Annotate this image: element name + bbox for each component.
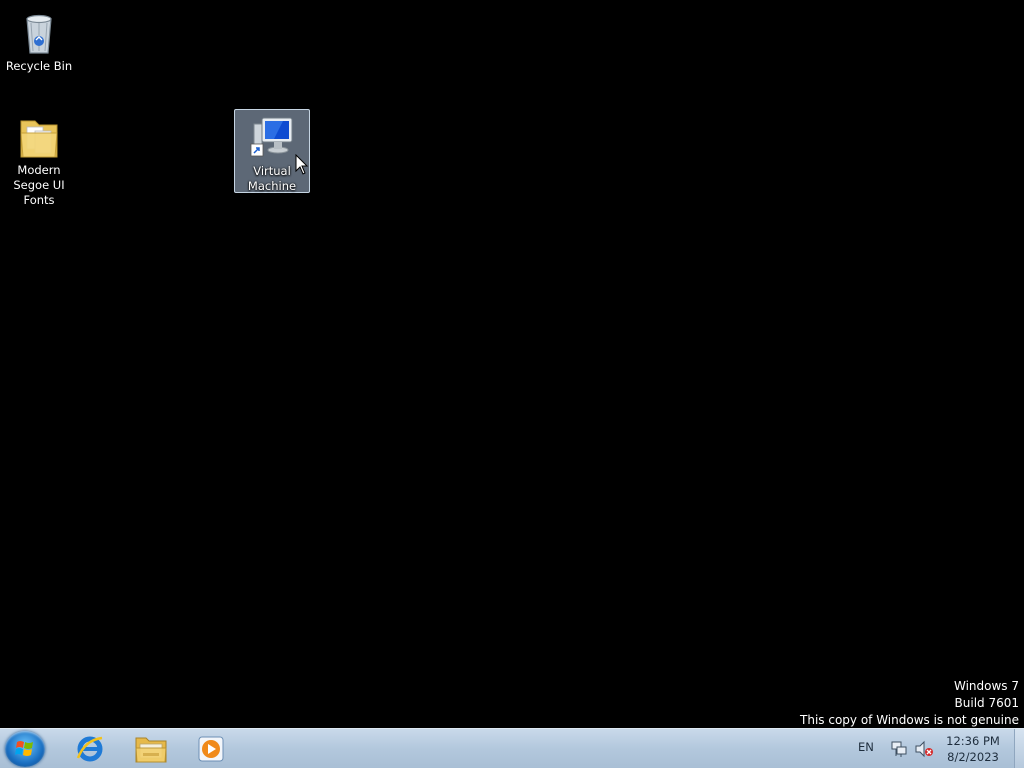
desktop-icon-virtual-machine[interactable]: Virtual Machine	[234, 109, 310, 193]
desktop-icon-label: Recycle Bin	[5, 59, 73, 73]
desktop-icon-label: Modern Segoe UI Fonts	[13, 163, 65, 207]
watermark-line-1: Windows 7	[953, 679, 1019, 693]
taskbar: EN 12:36 PM 8/2/2023	[0, 728, 1024, 768]
windows-watermark: Windows 7 Build 7601 This copy of Window…	[800, 678, 1019, 729]
volume-muted-icon[interactable]	[914, 740, 934, 758]
language-indicator[interactable]: EN	[858, 740, 874, 754]
taskbar-pin-internet-explorer[interactable]	[62, 731, 118, 767]
start-button[interactable]	[5, 731, 45, 767]
desktop-icon-recycle-bin[interactable]: Recycle Bin	[1, 4, 77, 75]
taskbar-pin-media-player[interactable]	[183, 731, 239, 767]
network-icon[interactable]	[890, 740, 908, 758]
folder-icon	[15, 113, 63, 161]
desktop-icon-modern-segoe-ui-fonts[interactable]: Modern Segoe UI Fonts	[1, 108, 77, 209]
recycle-bin-icon	[15, 9, 63, 57]
watermark-line-3: This copy of Windows is not genuine	[800, 713, 1019, 727]
taskbar-pin-windows-explorer[interactable]	[123, 731, 179, 767]
clock-date: 8/2/2023	[947, 750, 999, 764]
windows-start-orb-icon	[15, 741, 33, 756]
desktop[interactable]: Recycle Bin Modern Segoe UI Fonts Virtua…	[0, 0, 1024, 728]
clock-time: 12:36 PM	[946, 734, 1000, 748]
show-desktop-button[interactable]	[1014, 729, 1024, 768]
watermark-line-2: Build 7601	[954, 696, 1019, 710]
file-explorer-icon	[135, 737, 167, 763]
virtual-machine-shortcut-icon	[248, 114, 296, 162]
taskbar-clock[interactable]: 12:36 PM 8/2/2023	[936, 733, 1010, 765]
media-player-icon	[198, 736, 224, 762]
internet-explorer-icon	[76, 736, 103, 762]
mouse-pointer-icon	[295, 153, 309, 180]
